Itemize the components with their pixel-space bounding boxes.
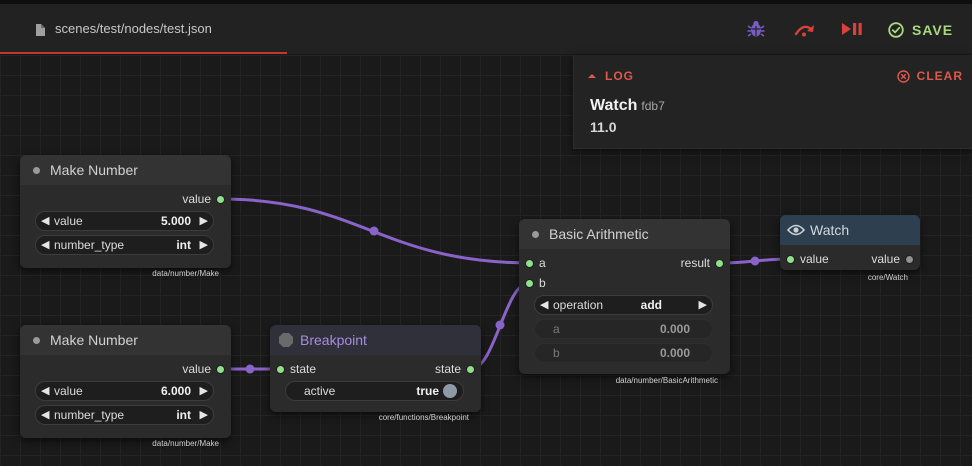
log-entry-title: Watch fdb7	[590, 97, 665, 115]
node-path: data/number/Make	[152, 269, 219, 278]
step-over-button[interactable]	[792, 17, 818, 41]
toggle-widget-active[interactable]: active true	[285, 381, 464, 401]
collapse-dot-icon[interactable]	[33, 166, 40, 174]
io-row: value value	[780, 249, 920, 269]
check-circle-icon	[888, 22, 904, 38]
output-label: value	[182, 192, 211, 206]
node-title: Basic Arithmetic	[549, 226, 649, 242]
node-make-number[interactable]: Make Number value ◀ value 5.000 ▶ ◀ numb…	[20, 155, 231, 278]
tab-test-json[interactable]: scenes/test/nodes/test.json	[0, 4, 287, 54]
play-pause-button[interactable]	[840, 17, 864, 41]
node-header[interactable]: Watch	[780, 215, 920, 245]
toggle-knob[interactable]	[443, 384, 457, 398]
input-label: value	[800, 252, 829, 266]
node-breakpoint[interactable]: Breakpoint state state active true core/…	[270, 325, 481, 422]
clear-label: CLEAR	[916, 69, 963, 83]
node-header[interactable]: Basic Arithmetic	[519, 219, 730, 249]
tab-label: scenes/test/nodes/test.json	[55, 21, 212, 36]
log-entry-value: 11.0	[590, 119, 617, 135]
io-row: a result	[519, 253, 730, 273]
node-title: Breakpoint	[300, 332, 367, 348]
output-row: value	[20, 189, 231, 209]
bug-icon	[747, 20, 765, 37]
log-entry-id: fdb7	[641, 99, 665, 113]
input-label: a	[539, 256, 546, 270]
output-row: value	[20, 359, 231, 379]
increment-arrow-icon[interactable]: ▶	[200, 384, 208, 397]
combo-widget-operation[interactable]: ◀ operation add ▶	[534, 295, 713, 315]
input-port[interactable]	[276, 365, 285, 374]
decrement-arrow-icon[interactable]: ◀	[41, 214, 49, 227]
io-row: b	[519, 273, 730, 293]
collapse-dot-icon[interactable]	[532, 230, 539, 238]
number-widget-value[interactable]: ◀ value 6.000 ▶	[35, 381, 214, 401]
input-port[interactable]	[786, 255, 795, 264]
save-label: SAVE	[912, 22, 954, 38]
input-label: b	[539, 276, 546, 290]
io-row: state state	[270, 359, 481, 379]
log-panel: LOG CLEAR Watch fdb7 11.0	[573, 55, 972, 149]
step-over-icon	[794, 25, 814, 37]
breakpoint-octagon-icon	[279, 333, 293, 347]
output-label: value	[182, 362, 211, 376]
previous-arrow-icon[interactable]: ◀	[540, 298, 548, 311]
previous-arrow-icon[interactable]: ◀	[41, 408, 49, 421]
collapse-caret-icon	[588, 74, 596, 78]
node-make-number[interactable]: Make Number value ◀ value 6.000 ▶ ◀ numb…	[20, 325, 231, 448]
node-path: data/number/Make	[152, 439, 219, 448]
input-port-b[interactable]	[525, 279, 534, 288]
log-title: LOG	[605, 69, 634, 83]
increment-arrow-icon[interactable]: ▶	[200, 214, 208, 227]
number-widget-a: a 0.000	[534, 319, 713, 339]
number-widget-b: b 0.000	[534, 343, 713, 363]
next-arrow-icon[interactable]: ▶	[200, 408, 208, 421]
clear-circle-x-icon	[896, 69, 910, 83]
node-path: core/functions/Breakpoint	[378, 413, 469, 422]
next-arrow-icon[interactable]: ▶	[200, 238, 208, 251]
decrement-arrow-icon[interactable]: ◀	[41, 384, 49, 397]
node-header[interactable]: Make Number	[20, 155, 231, 185]
eye-icon	[787, 224, 805, 236]
output-label: state	[434, 362, 461, 376]
output-label: result	[680, 256, 710, 270]
node-header[interactable]: Breakpoint	[270, 325, 481, 355]
node-basic-arithmetic[interactable]: Basic Arithmetic a result b ◀ operation …	[519, 219, 730, 385]
previous-arrow-icon[interactable]: ◀	[41, 238, 49, 251]
node-title: Make Number	[50, 332, 138, 348]
save-button[interactable]: SAVE	[888, 19, 953, 41]
output-port[interactable]	[216, 195, 225, 204]
active-tab-indicator	[0, 52, 287, 54]
toolbar: scenes/test/nodes/test.json SAVE	[0, 4, 972, 55]
output-port[interactable]	[216, 365, 225, 374]
output-port[interactable]	[905, 255, 914, 264]
combo-widget-number-type[interactable]: ◀ number_type int ▶	[35, 405, 214, 425]
combo-widget-number-type[interactable]: ◀ number_type int ▶	[35, 235, 214, 255]
input-label: state	[290, 362, 317, 376]
output-label: value	[871, 252, 900, 266]
node-title: Make Number	[50, 162, 138, 178]
output-port[interactable]	[466, 365, 475, 374]
log-toggle[interactable]: LOG	[588, 69, 634, 83]
node-path: data/number/BasicArithmetic	[615, 376, 718, 385]
next-arrow-icon[interactable]: ▶	[699, 298, 707, 311]
number-widget-value[interactable]: ◀ value 5.000 ▶	[35, 211, 214, 231]
clear-button[interactable]: CLEAR	[896, 69, 963, 83]
node-title: Watch	[810, 222, 850, 238]
debug-button[interactable]	[744, 17, 768, 41]
output-port[interactable]	[715, 259, 724, 268]
input-port-a[interactable]	[525, 259, 534, 268]
file-icon	[36, 24, 45, 36]
log-entry-name: Watch	[590, 97, 638, 114]
play-pause-icon	[842, 23, 862, 35]
node-watch[interactable]: Watch value value core/Watch	[780, 215, 920, 282]
node-header[interactable]: Make Number	[20, 325, 231, 355]
collapse-dot-icon[interactable]	[33, 336, 40, 344]
node-path: core/Watch	[867, 273, 908, 282]
